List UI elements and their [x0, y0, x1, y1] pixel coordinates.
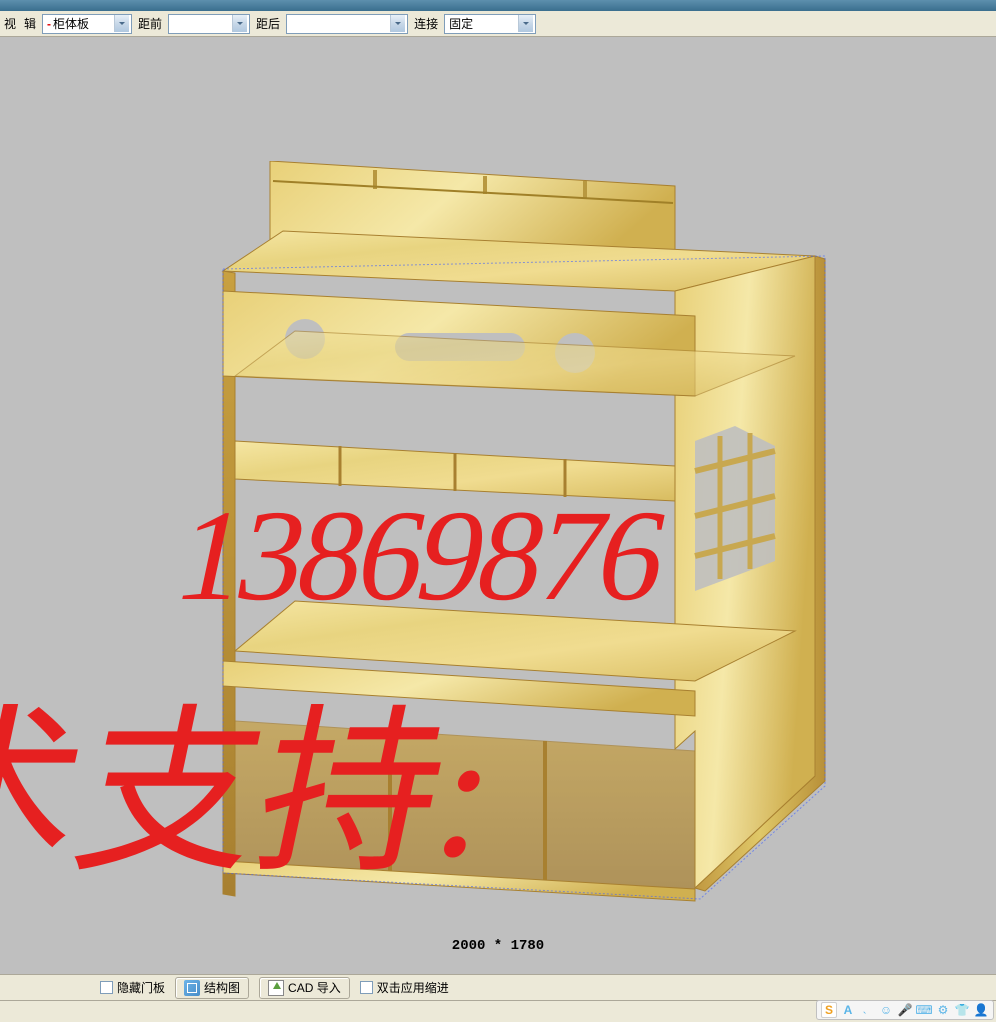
emoji-icon[interactable]: ☺ — [878, 1002, 894, 1018]
chevron-down-icon[interactable] — [390, 15, 405, 32]
back-distance-dropdown[interactable] — [286, 14, 408, 34]
top-toolbar: 视 辑 - 柜体板 距前 距后 连接 固定 — [0, 11, 996, 37]
dblclick-indent-label: 双击应用缩进 — [377, 979, 449, 996]
ime-logo-icon[interactable]: S — [821, 1002, 837, 1018]
cad-import-button[interactable]: CAD 导入 — [259, 977, 350, 999]
hide-door-label: 隐藏门板 — [117, 979, 165, 996]
back-distance-label: 距后 — [254, 15, 282, 32]
punctuation-icon[interactable]: 、 — [859, 1002, 875, 1018]
connect-value: 固定 — [449, 15, 473, 32]
panel-type-dropdown[interactable]: - 柜体板 — [42, 14, 132, 34]
viewport-3d[interactable]: 13869876 术支持: 2000 * 1780 — [0, 51, 996, 974]
canvas-area[interactable]: 13869876 术支持: 2000 * 1780 — [0, 37, 996, 974]
front-distance-dropdown[interactable] — [168, 14, 250, 34]
bottom-toolbar: 隐藏门板 结构图 CAD 导入 双击应用缩进 — [0, 974, 996, 1000]
dblclick-indent-group[interactable]: 双击应用缩进 — [360, 979, 449, 996]
menu-view-partial[interactable]: 视 — [2, 15, 18, 32]
dimensions-label: 2000 * 1780 — [452, 938, 544, 954]
titlebar — [0, 0, 996, 11]
panel-type-value: 柜体板 — [53, 15, 89, 32]
bottom-compartment — [235, 721, 695, 889]
skin-icon[interactable]: 👕 — [954, 1002, 970, 1018]
hide-door-checkbox-group[interactable]: 隐藏门板 — [100, 979, 165, 996]
keyboard-icon[interactable]: ⌨ — [916, 1002, 932, 1018]
cad-import-icon — [268, 980, 284, 996]
ime-mode-icon[interactable]: A — [840, 1002, 856, 1018]
menu-edit-partial[interactable]: 辑 — [22, 15, 38, 32]
chevron-down-icon[interactable] — [518, 15, 533, 32]
dblclick-indent-checkbox[interactable] — [360, 981, 373, 994]
connect-label: 连接 — [412, 15, 440, 32]
red-dash-icon: - — [47, 17, 51, 31]
connect-dropdown[interactable]: 固定 — [444, 14, 536, 34]
furniture-model[interactable] — [175, 161, 855, 911]
account-icon[interactable]: 👤 — [973, 1002, 989, 1018]
cad-import-label: CAD 导入 — [288, 979, 341, 996]
settings-icon[interactable]: ⚙ — [935, 1002, 951, 1018]
structure-view-button[interactable]: 结构图 — [175, 977, 249, 999]
chevron-down-icon[interactable] — [114, 15, 129, 32]
ime-tray[interactable]: S A 、 ☺ 🎤 ⌨ ⚙ 👕 👤 — [816, 1000, 994, 1020]
hide-door-checkbox[interactable] — [100, 981, 113, 994]
structure-label: 结构图 — [204, 979, 240, 996]
front-distance-label: 距前 — [136, 15, 164, 32]
mic-icon[interactable]: 🎤 — [897, 1002, 913, 1018]
structure-icon — [184, 980, 200, 996]
chevron-down-icon[interactable] — [232, 15, 247, 32]
